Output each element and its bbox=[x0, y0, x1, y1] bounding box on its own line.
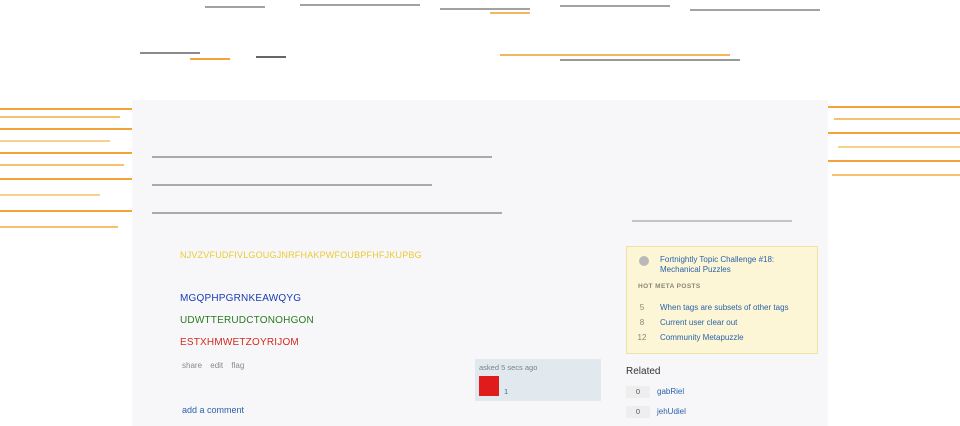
related-link[interactable]: gabRiel bbox=[657, 387, 684, 396]
community-bulletin: Fortnightly Topic Challenge #18: Mechani… bbox=[626, 246, 818, 354]
hot-meta-count: 5 bbox=[639, 303, 645, 312]
reputation-count: 1 bbox=[504, 387, 509, 396]
garbled-text-line: NJVZVFUDFIVLGOUGJNRFHAKPWFOUBPFHFJKUPBG bbox=[180, 250, 422, 260]
glitched-top-bar bbox=[0, 0, 960, 18]
avatar[interactable] bbox=[479, 376, 499, 396]
related-score: 0 bbox=[626, 406, 650, 418]
meta-icon bbox=[639, 256, 649, 266]
related-link[interactable]: jehUdiel bbox=[657, 407, 686, 416]
share-link[interactable]: share bbox=[182, 361, 202, 370]
hot-meta-item: 5 When tags are subsets of other tags bbox=[627, 303, 819, 315]
hot-meta-item: 12 Community Metapuzzle bbox=[627, 333, 819, 345]
puzzle-line-green: UDWTTERUDCTONOHGON bbox=[180, 315, 314, 326]
hot-meta-link[interactable]: Community Metapuzzle bbox=[660, 333, 744, 342]
asked-time: asked 5 secs ago bbox=[479, 363, 538, 372]
hot-meta-count: 12 bbox=[637, 333, 647, 342]
hot-meta-link[interactable]: When tags are subsets of other tags bbox=[660, 303, 789, 312]
hot-meta-count: 8 bbox=[639, 318, 645, 327]
hot-meta-item: 8 Current user clear out bbox=[627, 318, 819, 330]
glitched-nav-row bbox=[0, 42, 960, 70]
flag-link[interactable]: flag bbox=[231, 361, 244, 370]
post-menu: share edit flag bbox=[182, 361, 250, 370]
edit-link[interactable]: edit bbox=[210, 361, 223, 370]
add-comment-link[interactable]: add a comment bbox=[182, 405, 244, 415]
puzzle-line-blue: MGQPHPGRNKEAWQYG bbox=[180, 293, 302, 304]
puzzle-line-red: ESTXHMWETZOYRIJOM bbox=[180, 337, 299, 348]
hot-meta-header: HOT META POSTS bbox=[638, 283, 701, 290]
hot-meta-link[interactable]: Current user clear out bbox=[660, 318, 737, 327]
related-score: 0 bbox=[626, 386, 650, 398]
featured-meta-link[interactable]: Fortnightly Topic Challenge #18: Mechani… bbox=[660, 255, 810, 275]
related-heading: Related bbox=[626, 366, 661, 377]
post-owner-card: asked 5 secs ago 1 bbox=[475, 359, 601, 401]
